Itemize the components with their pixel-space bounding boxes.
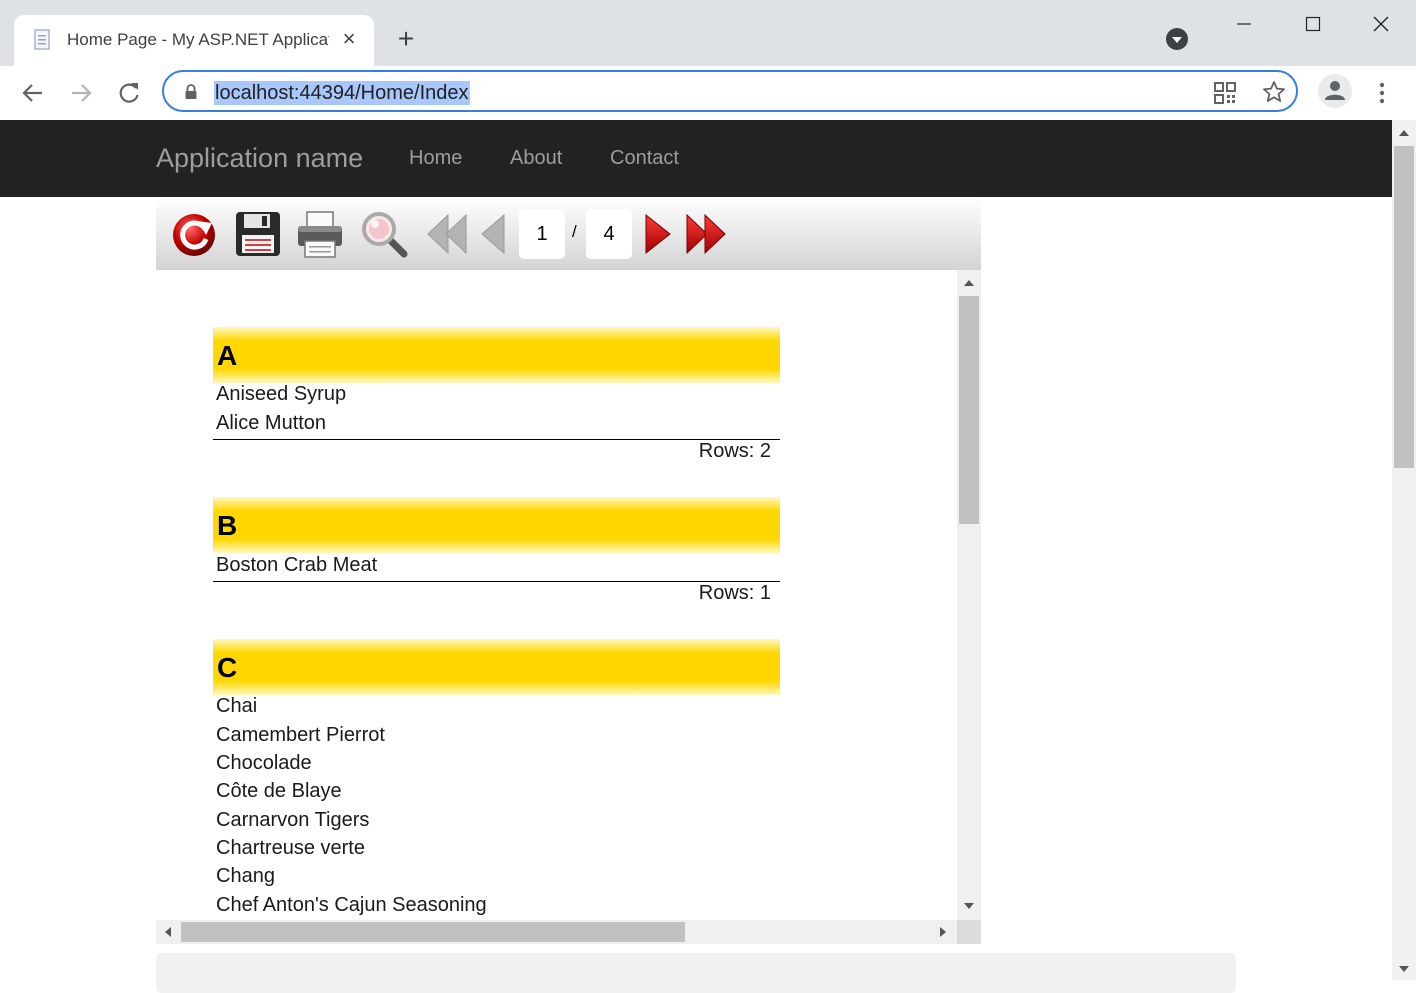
address-bar[interactable]: localhost:44394/Home/Index [162,70,1298,112]
last-page-icon[interactable] [683,209,733,259]
scrollbar-corner [957,920,981,944]
scroll-left-icon[interactable] [165,927,171,937]
group-letter: A [217,340,238,371]
maximize-icon[interactable] [1290,10,1336,38]
reload-icon[interactable] [114,78,144,108]
list-item: Carnarvon Tigers [216,809,370,831]
current-page-input[interactable]: 1 [519,209,565,259]
more-menu-icon[interactable] [1370,78,1394,108]
back-icon[interactable] [18,78,48,108]
list-item: Aniseed Syrup [216,383,347,405]
profile-avatar[interactable] [1318,74,1352,108]
url-text[interactable]: localhost:44394/Home/Index [214,81,470,105]
group-row-count: Rows: 2 [698,440,771,462]
report-toolbar: 1 / 4 [156,197,981,270]
list-item: Chocolade [216,752,312,774]
browser-tab[interactable]: Home Page - My ASP.NET Application × [14,15,374,67]
forward-icon[interactable] [66,78,96,108]
page-scroll-thumb[interactable] [1394,146,1414,468]
report-vertical-scroll-thumb[interactable] [959,296,979,524]
site-navbar: Application name Home About Contact [0,120,1392,197]
scroll-up-icon[interactable] [964,280,974,286]
group-header-a: A [213,327,780,383]
minimize-icon[interactable] [1221,10,1267,38]
page-icon [34,29,50,50]
total-pages: 4 [586,209,632,259]
close-window-icon[interactable] [1358,10,1404,38]
nav-link-about[interactable]: About [510,146,562,170]
tab-title: Home Page - My ASP.NET Application [67,30,329,49]
new-tab-icon[interactable]: + [392,25,420,54]
refresh-icon[interactable] [170,209,220,259]
group-letter: B [217,510,238,541]
tab-strip: Home Page - My ASP.NET Application × + [0,0,1416,67]
qr-code-icon[interactable] [1214,82,1236,104]
bookmark-star-icon[interactable] [1262,80,1286,104]
lock-icon[interactable] [184,84,198,100]
scroll-right-icon[interactable] [940,927,946,937]
group-letter: C [217,652,238,683]
scroll-down-icon[interactable] [964,903,974,909]
nav-link-home[interactable]: Home [409,146,462,170]
find-icon[interactable] [359,209,409,259]
previous-page-icon[interactable] [474,209,510,259]
scroll-down-icon[interactable] [1399,966,1409,972]
list-item: Chang [216,865,275,887]
list-item: Chartreuse verte [216,837,365,859]
browser-toolbar: localhost:44394/Home/Index [0,66,1416,121]
group-row-count: Rows: 1 [698,582,771,604]
list-item: Côte de Blaye [216,780,342,802]
report-content: A Aniseed Syrup Alice Mutton Rows: 2 B B… [156,270,957,920]
nav-link-contact[interactable]: Contact [610,146,679,170]
group-header-b: B [213,497,780,553]
save-icon[interactable] [233,209,283,259]
first-page-icon[interactable] [422,209,472,259]
list-item: Boston Crab Meat [216,554,378,576]
person-icon [1325,81,1345,100]
close-tab-icon[interactable]: × [338,27,360,51]
report-horizontal-scroll-thumb[interactable] [181,922,685,942]
footer-panel [156,953,1236,993]
brand-link[interactable]: Application name [156,140,363,176]
group-header-c: C [213,639,780,695]
list-item: Chef Anton's Cajun Seasoning [216,894,487,916]
scroll-up-icon[interactable] [1399,130,1409,136]
list-item: Alice Mutton [216,412,327,434]
list-item: Chai [216,695,258,717]
list-item: Camembert Pierrot [216,724,385,746]
print-icon[interactable] [295,209,345,259]
page-separator: / [572,222,577,241]
next-page-icon[interactable] [640,209,676,259]
tab-search-icon[interactable] [1166,28,1188,50]
